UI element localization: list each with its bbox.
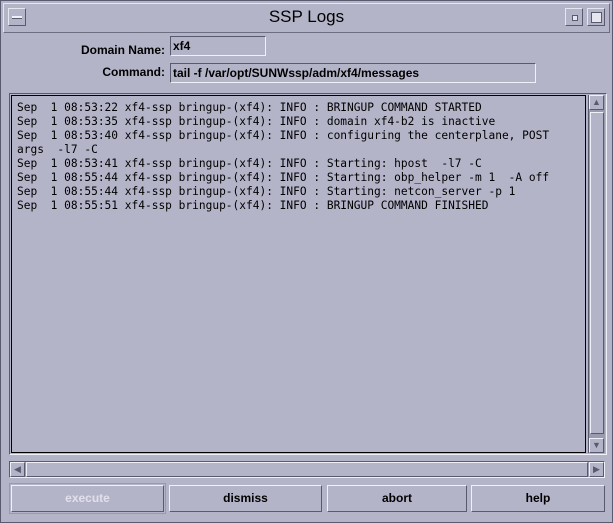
log-line: Sep 1 08:53:41 xf4-ssp bringup-(xf4): IN… (17, 157, 482, 170)
window-title: SSP Logs (268, 7, 345, 26)
log-line: Sep 1 08:53:40 xf4-ssp bringup-(xf4): IN… (17, 129, 550, 142)
log-line: Sep 1 08:55:44 xf4-ssp bringup-(xf4): IN… (17, 185, 516, 198)
title-bar[interactable]: SSP Logs (3, 3, 610, 33)
vertical-scrollbar[interactable]: ▲ ▼ (588, 95, 605, 453)
dismiss-button[interactable]: dismiss (169, 485, 322, 512)
arrow-up-icon[interactable]: ▲ (589, 95, 604, 110)
arrow-down-icon[interactable]: ▼ (589, 438, 604, 453)
log-line: Sep 1 08:53:35 xf4-ssp bringup-(xf4): IN… (17, 115, 496, 128)
ssp-logs-window: SSP Logs Domain Name: xf4 Command: tail … (0, 0, 613, 523)
abort-button[interactable]: abort (327, 485, 467, 512)
log-line: Sep 1 08:55:51 xf4-ssp bringup-(xf4): IN… (17, 199, 489, 212)
horizontal-scroll-thumb[interactable] (26, 462, 588, 477)
vertical-scroll-thumb[interactable] (590, 112, 604, 434)
horizontal-scrollbar[interactable]: ◀ ▶ (9, 461, 605, 478)
domain-name-label: Domain Name: (80, 43, 165, 57)
log-line: Sep 1 08:53:22 xf4-ssp bringup-(xf4): IN… (17, 101, 482, 114)
arrow-right-icon[interactable]: ▶ (589, 462, 604, 477)
log-text-area[interactable]: Sep 1 08:53:22 xf4-ssp bringup-(xf4): IN… (11, 95, 586, 453)
help-button[interactable]: help (471, 485, 605, 512)
domain-name-field[interactable]: xf4 (170, 36, 266, 56)
log-line: args -l7 -C (17, 143, 98, 156)
minimize-icon[interactable] (565, 8, 583, 26)
log-panel: Sep 1 08:53:22 xf4-ssp bringup-(xf4): IN… (9, 93, 607, 455)
maximize-icon[interactable] (587, 8, 605, 26)
execute-button[interactable]: execute (11, 485, 164, 512)
command-field[interactable]: tail -f /var/opt/SUNWssp/adm/xf4/message… (170, 63, 536, 83)
arrow-left-icon[interactable]: ◀ (10, 462, 25, 477)
log-line: Sep 1 08:55:44 xf4-ssp bringup-(xf4): IN… (17, 171, 550, 184)
command-label: Command: (102, 65, 165, 79)
